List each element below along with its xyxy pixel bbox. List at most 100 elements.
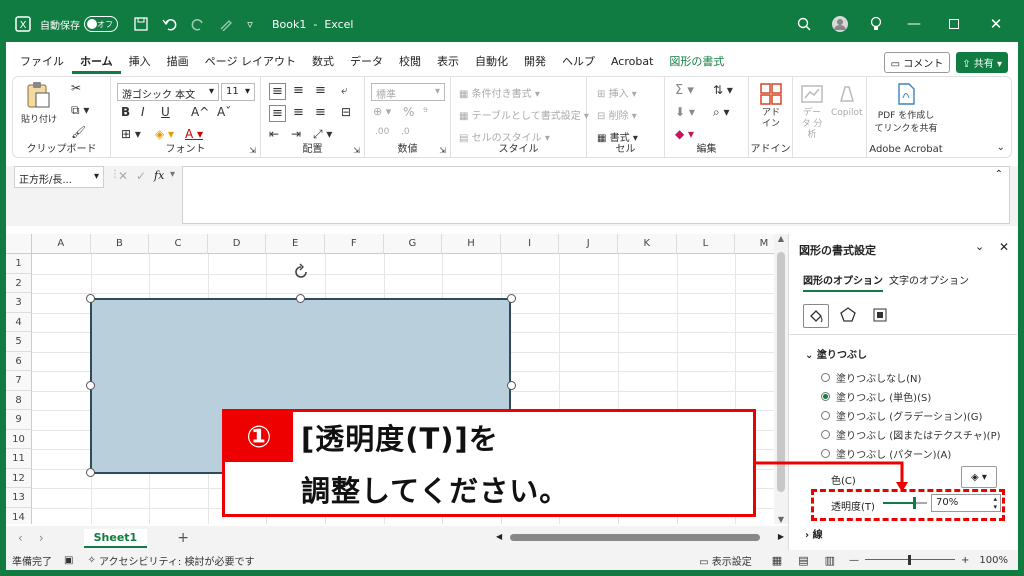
cancel-formula-icon[interactable]: ✕ — [118, 169, 128, 183]
redo-icon[interactable] — [184, 6, 212, 42]
underline-button[interactable]: U — [161, 105, 170, 119]
collapse-formula-icon[interactable]: ⌃ — [995, 169, 1003, 180]
insert-function-button[interactable]: fx — [154, 169, 164, 182]
row-header-10[interactable]: 10 — [6, 429, 32, 449]
sort-filter-icon[interactable]: ⇅ ▾ — [713, 83, 733, 97]
delete-cells-button[interactable]: ⊟ 削除 ▾ — [597, 107, 637, 122]
accounting-format-icon[interactable]: ⊕ ▾ — [373, 105, 391, 118]
size-properties-icon[interactable] — [871, 306, 889, 327]
resize-handle-ne[interactable] — [507, 294, 516, 303]
row-header-1[interactable]: 1 — [6, 254, 32, 274]
avatar[interactable] — [822, 6, 858, 42]
column-header-k[interactable]: K — [618, 234, 677, 254]
addins-button[interactable]: アド イン — [757, 83, 785, 130]
shrink-font-button[interactable]: Aˇ — [217, 105, 231, 119]
align-bottom-icon[interactable]: ≡ — [315, 83, 326, 98]
align-left-icon[interactable]: ≡ — [269, 105, 286, 122]
autosave-toggle[interactable]: オフ — [84, 16, 118, 32]
undo-icon[interactable] — [156, 6, 184, 42]
format-painter-button-icon[interactable]: 🖌 — [71, 125, 86, 139]
rotate-handle-icon[interactable] — [291, 262, 311, 282]
row-header-8[interactable]: 8 — [6, 390, 32, 410]
autosum-icon[interactable]: Σ ▾ — [675, 83, 694, 98]
conditional-format-button[interactable]: ▦ 条件付き書式 ▾ — [459, 85, 540, 100]
collapse-ribbon-icon[interactable]: ⌄ — [997, 142, 1005, 153]
tab-view[interactable]: 表示 — [429, 50, 467, 74]
copy-icon[interactable]: ⧉ ▾ — [71, 103, 89, 118]
merge-cells-icon[interactable]: ⊟ — [341, 105, 351, 119]
comment-button[interactable]: ▭ コメント — [883, 51, 951, 73]
column-header-e[interactable]: E — [266, 234, 325, 254]
lightbulb-icon[interactable] — [858, 6, 894, 42]
tab-page-layout[interactable]: ページ レイアウト — [197, 50, 304, 74]
fill-icon[interactable]: ⬇ ▾ — [675, 105, 695, 119]
transparency-slider-thumb[interactable] — [912, 497, 916, 509]
radio-picture-fill[interactable]: 塗りつぶし (図またはテクスチャ)(P) — [821, 427, 1001, 442]
number-dialog-launcher-icon[interactable]: ⇲ — [439, 146, 446, 155]
column-header-g[interactable]: G — [383, 234, 443, 254]
fill-color-picker[interactable]: ◈ ▾ — [961, 466, 997, 488]
row-header-5[interactable]: 5 — [6, 332, 32, 352]
zoom-slider-thumb[interactable] — [908, 555, 912, 565]
column-header-j[interactable]: J — [559, 234, 618, 254]
row-header-9[interactable]: 9 — [6, 410, 32, 430]
confirm-formula-icon[interactable]: ✓ — [136, 169, 146, 183]
share-button[interactable]: ⇪ 共有 ▾ — [956, 51, 1008, 73]
tab-help[interactable]: ヘルプ — [554, 50, 603, 74]
insert-cells-button[interactable]: ⊞ 挿入 ▾ — [597, 85, 637, 100]
tab-formulas[interactable]: 数式 — [304, 50, 342, 74]
horizontal-scroll-thumb[interactable] — [510, 534, 760, 541]
italic-button[interactable]: I — [141, 105, 145, 119]
paste-button[interactable]: 貼り付け — [21, 81, 57, 125]
cut-icon[interactable]: ✂ — [71, 81, 81, 95]
sheet-tab-sheet1[interactable]: Sheet1 — [83, 528, 148, 548]
name-box[interactable]: 正方形/長... ▾ — [14, 166, 104, 188]
increase-indent-icon[interactable]: ⇥ — [291, 127, 301, 141]
macro-record-icon[interactable]: ▣ — [64, 555, 73, 566]
prev-sheet-icon[interactable]: ‹ — [18, 531, 23, 545]
align-middle-icon[interactable]: ≡ — [293, 83, 304, 98]
pane-options-icon[interactable]: ⌄ — [975, 240, 984, 253]
select-all-corner[interactable] — [6, 234, 32, 254]
tab-shape-format[interactable]: 図形の書式 — [661, 50, 732, 74]
row-header-14[interactable]: 14 — [6, 507, 32, 524]
borders-icon[interactable]: ⊞ ▾ — [121, 127, 141, 141]
save-icon[interactable] — [126, 6, 156, 42]
minimize-icon[interactable]: — — [894, 6, 934, 42]
close-icon[interactable]: ✕ — [974, 6, 1018, 42]
tab-text-options[interactable]: 文字のオプション — [889, 272, 969, 287]
row-header-3[interactable]: 3 — [6, 293, 32, 313]
display-settings-button[interactable]: ▭ 表示設定 — [699, 553, 752, 568]
column-header-h[interactable]: H — [442, 234, 501, 254]
radio-gradient-fill[interactable]: 塗りつぶし (グラデーション)(G) — [821, 408, 982, 423]
fill-section-toggle[interactable]: ⌄ 塗りつぶし — [805, 346, 867, 361]
tab-data[interactable]: データ — [342, 50, 391, 74]
search-icon[interactable] — [786, 6, 822, 42]
zoom-in-icon[interactable]: + — [961, 555, 969, 566]
format-painter-icon[interactable] — [212, 6, 240, 42]
customize-toolbar-icon[interactable]: ▿ — [240, 6, 260, 42]
decrease-decimal-icon[interactable]: .0 — [401, 127, 410, 137]
line-section-toggle[interactable]: › 線 — [805, 526, 823, 541]
transparency-input[interactable]: 70% ▴ ▾ — [931, 494, 1001, 512]
maximize-icon[interactable] — [934, 6, 974, 42]
row-header-11[interactable]: 11 — [6, 449, 32, 469]
horizontal-scrollbar[interactable]: ◀ ▶ — [496, 532, 786, 544]
normal-view-icon[interactable]: ▦ — [772, 554, 782, 567]
font-name-select[interactable]: 游ゴシック 本文 ▾ — [117, 83, 219, 101]
tab-shape-options[interactable]: 図形のオプション — [803, 272, 883, 292]
resize-handle-n[interactable] — [296, 294, 305, 303]
tab-file[interactable]: ファイル — [12, 50, 72, 74]
column-header-d[interactable]: D — [207, 234, 267, 254]
font-size-select[interactable]: 11 ▾ — [221, 83, 255, 101]
pane-close-icon[interactable]: ✕ — [999, 240, 1009, 254]
comma-style-icon[interactable]: ⁹ — [423, 105, 428, 119]
row-header-12[interactable]: 12 — [6, 468, 32, 488]
grow-font-button[interactable]: A^ — [191, 105, 209, 119]
tab-automate[interactable]: 自動化 — [467, 50, 516, 74]
page-layout-view-icon[interactable]: ▤ — [798, 554, 808, 567]
format-as-table-button[interactable]: ▦ テーブルとして書式設定 ▾ — [459, 107, 589, 122]
next-sheet-icon[interactable]: › — [39, 531, 44, 545]
row-header-13[interactable]: 13 — [6, 488, 32, 508]
bold-button[interactable]: B — [121, 105, 130, 119]
